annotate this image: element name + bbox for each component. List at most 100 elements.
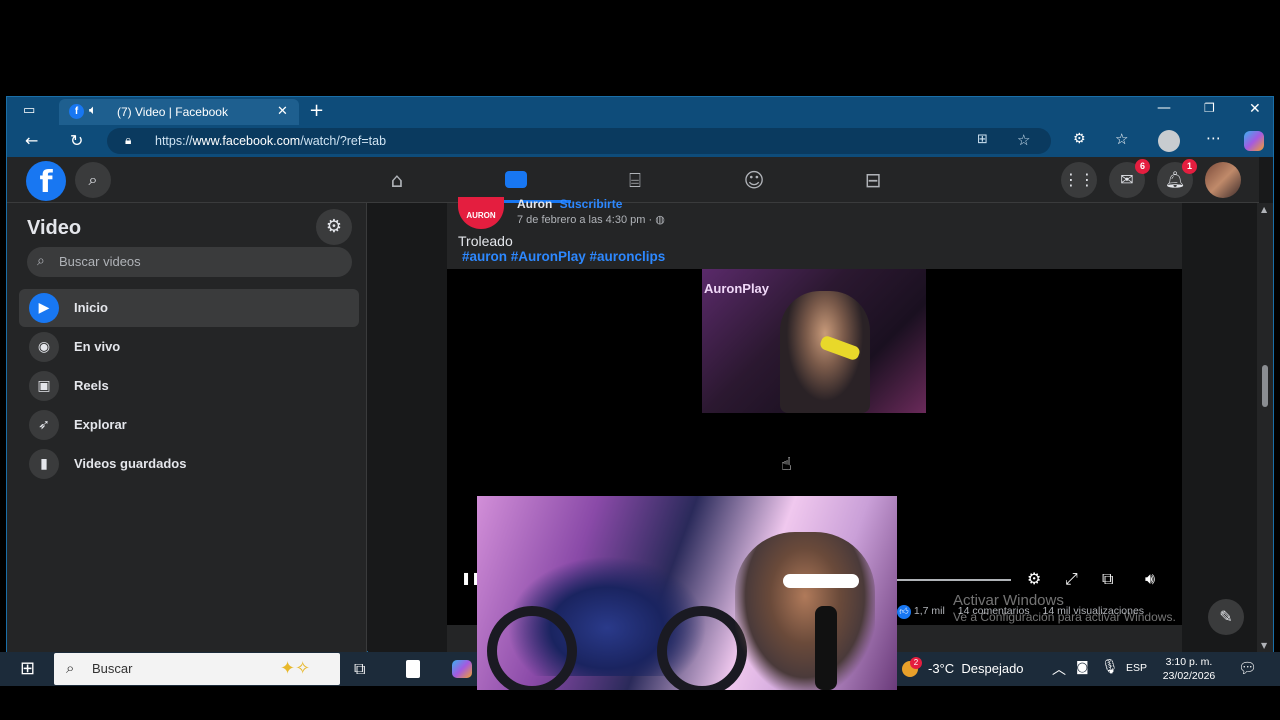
extensions-icon[interactable]: ⚙: [1073, 131, 1086, 147]
miniplayer-icon[interactable]: ⧉: [1102, 569, 1113, 589]
sidebar-item-en-vivo[interactable]: ◉ En vivo: [19, 328, 359, 366]
watermark-title: Activar Windows: [953, 592, 1064, 609]
reactions-count[interactable]: 1,7 mil: [914, 605, 945, 617]
minimize-icon[interactable]: —: [1157, 100, 1171, 116]
page-title: Video: [27, 217, 82, 239]
close-window-icon[interactable]: ✕: [1249, 101, 1261, 117]
scroll-thumb[interactable]: [1262, 365, 1268, 407]
post-text: Troleado: [458, 233, 513, 249]
groups-icon[interactable]: ☺: [739, 165, 769, 195]
taskbar-search-placeholder: Buscar: [92, 661, 133, 676]
clock-date: 23/02/2026: [1162, 670, 1216, 682]
motorcycle-wheel: [487, 606, 577, 690]
language-indicator[interactable]: ESP: [1126, 662, 1147, 674]
live-camera-icon: ◉: [29, 332, 59, 362]
speaker-icon[interactable]: 🔈︎: [89, 103, 97, 118]
url-text: https://www.facebook.com/watch/?ref=tab: [155, 134, 387, 148]
tray-overflow-icon[interactable]: ︿: [1052, 659, 1066, 679]
sidebar-item-label: Explorar: [74, 417, 127, 432]
notifications-badge: 1: [1182, 159, 1197, 174]
search-icon: ⌕: [66, 659, 75, 677]
lock-icon: 🔒︎: [125, 133, 132, 147]
restore-icon[interactable]: ❐: [1204, 101, 1215, 115]
post-date[interactable]: 7 de febrero a las 4:30 pm · ◍: [517, 213, 665, 226]
sidebar-item-label: Inicio: [74, 300, 108, 315]
activate-windows-watermark: Activar Windows Ve a Configuración para …: [953, 592, 1223, 624]
video-frame-image: AuronPlay: [702, 269, 926, 413]
search-icon: ⌕: [37, 253, 45, 269]
microphone-tray-icon[interactable]: 🎙︎: [1101, 659, 1119, 675]
globe-icon: ◍: [655, 213, 665, 226]
reels-icon: ▣: [29, 371, 59, 401]
bookmark-icon: ▮: [29, 449, 59, 479]
webcam-overlay: [477, 496, 897, 690]
video-nav-icon[interactable]: [501, 165, 531, 195]
scroll-up-icon[interactable]: ▲: [1261, 205, 1267, 214]
post-author-avatar[interactable]: AURON: [458, 197, 504, 229]
app-available-icon[interactable]: ⊞: [977, 132, 988, 147]
weather-text[interactable]: -3°C Despejado: [928, 661, 1024, 676]
browser-titlebar: ▭ f 🔈︎ (7) Video | Facebook ✕ + — ❐ ✕: [7, 97, 1273, 125]
like-reaction-icon: 👍︎: [897, 605, 911, 619]
fullscreen-icon[interactable]: ⤢: [1065, 569, 1078, 589]
post-hashtags[interactable]: #auron #AuronPlay #auronclips: [462, 249, 665, 264]
account-avatar[interactable]: [1205, 162, 1241, 198]
video-settings-icon[interactable]: ⚙: [1027, 569, 1041, 588]
rocket-icon: ➶: [29, 410, 59, 440]
gaming-icon[interactable]: ⊟: [858, 165, 888, 195]
copilot-taskbar-icon[interactable]: [452, 660, 472, 678]
new-tab-icon[interactable]: +: [309, 100, 324, 121]
reload-icon[interactable]: ↻: [70, 131, 83, 150]
pip-microphone: [815, 606, 837, 690]
sidebar-item-label: Videos guardados: [74, 456, 187, 471]
more-menu-icon[interactable]: ⋯: [1206, 129, 1221, 147]
file-app-icon[interactable]: [406, 660, 420, 678]
sidebar-item-inicio[interactable]: ▶ Inicio: [19, 289, 359, 327]
video-play-icon: ▶: [29, 293, 59, 323]
home-icon[interactable]: ⌂: [382, 165, 412, 195]
camera-tray-icon[interactable]: ◙: [1076, 660, 1089, 675]
settings-gear-icon[interactable]: ⚙: [316, 209, 352, 245]
person-figure: [735, 532, 875, 690]
watermark-subtitle: Ve a Configuración para activar Windows.: [953, 610, 1176, 624]
windows-start-icon[interactable]: ⊞: [20, 658, 35, 679]
favorite-star-icon[interactable]: ☆: [1017, 131, 1030, 149]
favorites-icon[interactable]: ☆: [1115, 130, 1128, 148]
sidebar-item-label: Reels: [74, 378, 109, 393]
taskbar-clock[interactable]: 3:10 p. m. 23/02/2026: [1156, 655, 1222, 683]
search-icon[interactable]: ⌕: [75, 162, 111, 198]
sidebar-item-explorar[interactable]: ➶ Explorar: [19, 406, 359, 444]
back-icon[interactable]: ←: [25, 131, 38, 150]
browser-tab[interactable]: f 🔈︎ (7) Video | Facebook ✕: [59, 99, 299, 125]
profile-avatar[interactable]: [1158, 130, 1180, 152]
weather-badge: 2: [910, 657, 922, 669]
taskbar-search-input[interactable]: ⌕ Buscar ✦✧: [54, 653, 340, 685]
menu-grid-icon[interactable]: ⋮⋮: [1061, 162, 1097, 198]
post-author-line: Auron Suscribirte: [517, 197, 622, 211]
sidebar-item-reels[interactable]: ▣ Reels: [19, 367, 359, 405]
volume-icon[interactable]: 🔊︎: [1145, 569, 1155, 589]
post-author-name[interactable]: Auron: [517, 197, 552, 211]
messenger-badge: 6: [1135, 159, 1150, 174]
url-field[interactable]: 🔒︎ https://www.facebook.com/watch/?ref=t…: [107, 128, 1051, 154]
search-videos-input[interactable]: ⌕ Buscar videos: [27, 247, 352, 277]
page-scrollbar[interactable]: ▲ ▼: [1257, 203, 1273, 653]
clock-time: 3:10 p. m.: [1165, 656, 1213, 668]
facebook-logo-icon[interactable]: f: [26, 161, 66, 201]
video-sidebar: Video ⚙ ⌕ Buscar videos ▶ Inicio ◉ En vi…: [7, 203, 367, 653]
search-placeholder: Buscar videos: [59, 254, 141, 269]
cursor-hand-icon: ☝: [781, 454, 792, 475]
tab-title: (7) Video | Facebook: [117, 105, 228, 119]
scroll-down-icon[interactable]: ▼: [1261, 641, 1267, 650]
sidebar-toggle-icon[interactable]: ▭: [23, 103, 35, 118]
copilot-icon[interactable]: [1244, 131, 1264, 151]
sidebar-item-label: En vivo: [74, 339, 121, 354]
task-view-icon[interactable]: ⧉: [354, 659, 365, 679]
progress-bar[interactable]: [897, 579, 1011, 581]
marketplace-icon[interactable]: ⌸: [620, 165, 650, 195]
notification-center-icon[interactable]: 💬︎: [1238, 659, 1257, 677]
subscribe-link[interactable]: Suscribirte: [560, 197, 623, 211]
sidebar-item-videos-guardados[interactable]: ▮ Videos guardados: [19, 445, 359, 483]
sunglasses: [783, 574, 859, 588]
close-tab-icon[interactable]: ✕: [277, 104, 288, 119]
